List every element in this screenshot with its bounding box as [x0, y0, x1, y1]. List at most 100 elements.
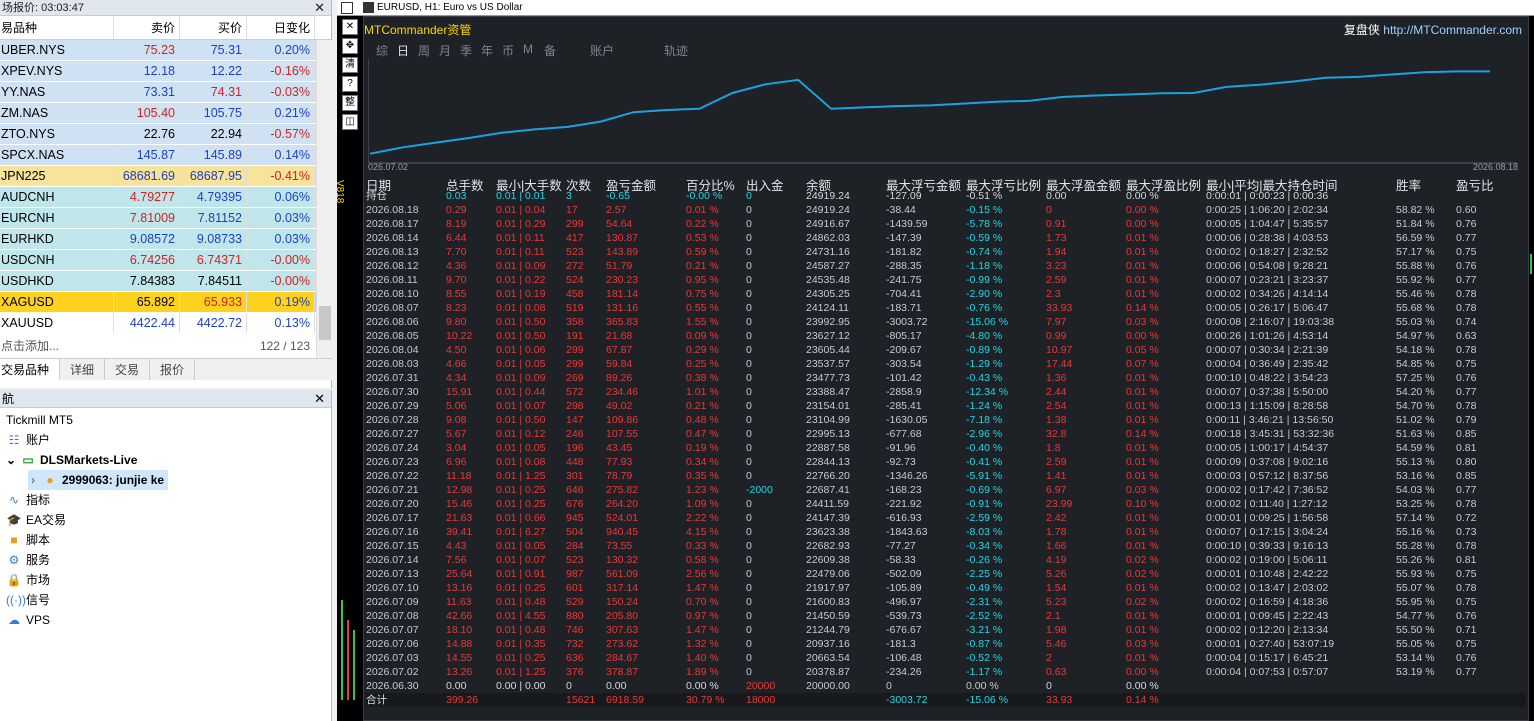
table-row[interactable]: 2026.07.31 4.34 0.01 | 0.09 269 89.26 0.38 % 0…: [366, 371, 1526, 385]
market-watch-row[interactable]: UBER.NYS 75.23 75.31 0.20%: [0, 40, 316, 61]
nav-services[interactable]: ⚙ 服务: [6, 550, 50, 570]
market-watch-row[interactable]: EURHKD 9.08572 9.08733 0.03%: [0, 229, 316, 250]
table-cell: 2026.08.04: [366, 344, 419, 356]
table-row[interactable]: 2026.08.12 4.36 0.01 | 0.09 272 51.79 0.21 % 0…: [366, 259, 1526, 273]
tab-ticks[interactable]: 报价: [150, 359, 196, 380]
brand-url[interactable]: http://MTCommander.com: [1383, 23, 1522, 37]
table-row[interactable]: 2026.08.03 4.66 0.01 | 0.05 299 59.84 0.25 % 0…: [366, 357, 1526, 371]
table-row[interactable]: 2026.07.23 6.96 0.01 | 0.08 448 77.93 0.34 % 0…: [366, 455, 1526, 469]
table-row[interactable]: 2026.08.18 0.29 0.01 | 0.04 17 2.57 0.01 % 0 24…: [366, 203, 1526, 217]
table-cell: 524: [566, 274, 584, 286]
chevron-down-icon[interactable]: ⌄: [6, 450, 16, 470]
nav-signals[interactable]: ((·))信号: [6, 590, 50, 610]
table-row[interactable]: 2026.08.07 8.23 0.01 | 0.08 519 131.16 0.55 %…: [366, 301, 1526, 315]
close-icon[interactable]: ✕: [314, 390, 325, 408]
nav-broker[interactable]: Tickmill MT5: [6, 410, 73, 430]
market-watch-row[interactable]: XAGUSD 65.892 65.933 0.19%: [0, 292, 316, 313]
nav-server[interactable]: ⌄ ▭ DLSMarkets-Live: [6, 450, 137, 470]
table-row[interactable]: 2026.08.14 6.44 0.01 | 0.11 417 130.87 0.53 %…: [366, 231, 1526, 245]
nav-accounts[interactable]: ☷ 账户: [6, 430, 50, 450]
table-row[interactable]: 2026.07.10 13.16 0.01 | 0.25 601 317.14 1.47 …: [366, 581, 1526, 595]
table-cell: 940.45: [606, 526, 639, 538]
market-watch-row[interactable]: USDCNH 6.74256 6.74371 -0.00%: [0, 250, 316, 271]
table-cell: -805.17: [886, 330, 922, 342]
add-symbol-link[interactable]: 点击添加...: [1, 335, 59, 357]
table-cell: -496.97: [886, 596, 922, 608]
table-row[interactable]: 2026.07.17 21.63 0.01 | 0.66 945 524.01 2.22 …: [366, 511, 1526, 525]
mtcommander-panel: MTCommander资管 复盘侠 http://MTCommander.com…: [363, 16, 1529, 721]
table-row[interactable]: 2026.07.24 3.04 0.01 | 0.05 196 43.45 0.19 % 0…: [366, 441, 1526, 455]
table-row[interactable]: 2026.07.14 7.56 0.01 | 0.07 523 130.32 0.58 %…: [366, 553, 1526, 567]
table-row[interactable]: 2026.07.16 39.41 0.01 | 6.27 504 940.45 4.15 …: [366, 525, 1526, 539]
market-watch-row[interactable]: XPEV.NYS 12.18 12.22 -0.16%: [0, 61, 316, 82]
table-cell: 150.24: [606, 596, 639, 608]
table-cell: 0.01 | 0.66: [496, 512, 546, 524]
table-cell: 5.06: [446, 400, 467, 412]
nav-account-item[interactable]: › ● 2999063: junjie ke: [28, 470, 169, 490]
market-watch-row[interactable]: XAUUSD 4422.44 4422.72 0.13%: [0, 313, 316, 334]
table-row[interactable]: 2026.07.15 4.43 0.01 | 0.05 284 73.55 0.33 % 0…: [366, 539, 1526, 553]
nav-market[interactable]: 🔒 市场: [6, 570, 51, 590]
col-ask[interactable]: 买价: [180, 16, 247, 39]
table-row[interactable]: 2026.08.11 9.70 0.01 | 0.22 524 230.23 0.95 %…: [366, 273, 1526, 287]
help-icon[interactable]: ?: [342, 76, 358, 92]
col-change[interactable]: 日变化: [247, 16, 315, 39]
table-row[interactable]: 2026.07.28 9.08 0.01 | 0.50 147 109.86 0.48 %…: [366, 413, 1526, 427]
market-watch-row[interactable]: SPCX.NAS 145.87 145.89 0.14%: [0, 145, 316, 166]
market-watch-scrollbar[interactable]: [316, 40, 332, 358]
table-cell: 11.18: [446, 470, 472, 482]
brand[interactable]: 复盘侠 http://MTCommander.com: [1344, 21, 1522, 38]
nav-scripts[interactable]: ■ 脚本: [6, 530, 50, 550]
table-row[interactable]: 2026.07.22 11.18 0.01 | 1.25 301 78.79 0.35 %…: [366, 469, 1526, 483]
close-icon[interactable]: ✕: [342, 19, 358, 35]
tab-details[interactable]: 详细: [60, 359, 106, 380]
table-row[interactable]: 2026.07.27 5.67 0.01 | 0.12 246 107.55 0.47 %…: [366, 427, 1526, 441]
table-row[interactable]: 2026.07.03 14.55 0.01 | 0.25 636 284.67 1.40 …: [366, 651, 1526, 665]
table-row[interactable]: 2026.07.30 15.91 0.01 | 0.44 572 234.46 1.01 …: [366, 385, 1526, 399]
arrange-button[interactable]: 整: [342, 95, 358, 111]
move-icon[interactable]: ✥: [342, 38, 358, 54]
table-row[interactable]: 2026.08.04 4.50 0.01 | 0.06 299 67.87 0.29 % 0…: [366, 343, 1526, 357]
table-row[interactable]: 2026.08.17 8.19 0.01 | 0.29 299 54.64 0.22 % 0…: [366, 217, 1526, 231]
market-watch-row[interactable]: ZTO.NYS 22.76 22.94 -0.57%: [0, 124, 316, 145]
scrollbar-thumb[interactable]: [319, 306, 331, 340]
clear-button[interactable]: 清: [342, 57, 358, 73]
table-row[interactable]: 2026.07.09 11.63 0.01 | 0.48 529 150.24 0.70 …: [366, 595, 1526, 609]
table-row[interactable]: 2026.07.20 15.46 0.01 | 0.25 676 264.20 1.09 …: [366, 497, 1526, 511]
col-symbol[interactable]: 易品种: [0, 16, 114, 39]
table-row[interactable]: 2026.06.30 0.00 0.00 | 0.00 0 0.00 0.00 % 2000…: [366, 679, 1526, 693]
table-row[interactable]: 2026.08.13 7.70 0.01 | 0.11 523 143.89 0.59 %…: [366, 245, 1526, 259]
close-icon[interactable]: ✕: [314, 0, 325, 16]
col-bid[interactable]: 卖价: [114, 16, 180, 39]
nav-experts[interactable]: 🎓 EA交易: [6, 510, 67, 530]
nav-indicators[interactable]: ∿ 指标: [6, 490, 50, 510]
table-cell: 0:00:02 | 0:13:47 | 2:03:02: [1206, 582, 1329, 594]
market-watch-row[interactable]: JPN225 68681.69 68687.95 -0.41%: [0, 166, 316, 187]
tab-trading[interactable]: 交易: [105, 359, 151, 380]
market-watch-row[interactable]: EURCNH 7.81009 7.81152 0.03%: [0, 208, 316, 229]
table-row[interactable]: 2026.08.10 8.55 0.01 | 0.19 458 181.14 0.75 %…: [366, 287, 1526, 301]
chevron-right-icon[interactable]: ›: [28, 470, 38, 490]
table-row[interactable]: 2026.07.07 18.10 0.01 | 0.48 746 307.63 1.47 …: [366, 623, 1526, 637]
table-row[interactable]: 2026.07.06 14.88 0.01 | 0.35 732 273.62 1.32 …: [366, 637, 1526, 651]
table-row[interactable]: 2026.07.29 5.06 0.01 | 0.07 298 49.02 0.21 % 0…: [366, 399, 1526, 413]
table-cell: 0.48 %: [686, 414, 719, 426]
table-row[interactable]: 2026.07.13 25.64 0.01 | 0.91 987 561.09 2.56 …: [366, 567, 1526, 581]
window-icon[interactable]: ◫: [342, 114, 358, 130]
market-watch-row[interactable]: AUDCNH 4.79277 4.79395 0.06%: [0, 187, 316, 208]
market-watch-row[interactable]: USDHKD 7.84383 7.84511 -0.00%: [0, 271, 316, 292]
market-watch-row[interactable]: YY.NAS 73.31 74.31 -0.03%: [0, 82, 316, 103]
table-row[interactable]: 2026.07.21 12.98 0.01 | 0.25 646 275.82 1.23 …: [366, 483, 1526, 497]
symbol-count: 122 / 123: [259, 339, 310, 353]
table-row[interactable]: 2026.07.08 42.66 0.01 | 4.55 880 205.80 0.97 …: [366, 609, 1526, 623]
tab-symbols[interactable]: 交易品种: [0, 359, 61, 380]
table-row[interactable]: 2026.07.02 13.26 0.01 | 1.25 376 378.87 1.89 …: [366, 665, 1526, 679]
window-icon[interactable]: [341, 2, 353, 14]
table-row[interactable]: 2026.08.06 9.80 0.01 | 0.50 358 365.83 1.55 %…: [366, 315, 1526, 329]
table-row[interactable]: 2026.08.05 10.22 0.01 | 0.50 191 21.68 0.09 %…: [366, 329, 1526, 343]
table-cell: 365.83: [606, 316, 639, 328]
table-cell: 0.01 | 0.05: [496, 540, 546, 552]
table-cell: 55.95 %: [1396, 596, 1435, 608]
market-watch-row[interactable]: ZM.NAS 105.40 105.75 0.21%: [0, 103, 316, 124]
nav-vps[interactable]: ☁ VPS: [6, 610, 50, 630]
